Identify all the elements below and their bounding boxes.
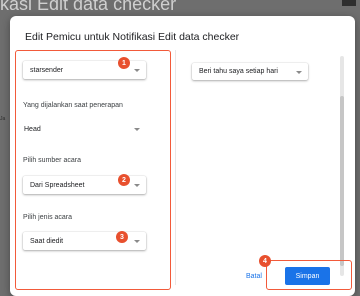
function-select-value: starsender (30, 66, 64, 74)
chevron-down-icon (296, 70, 302, 74)
failure-notification-select-value: Beri tahu saya setiap hari (199, 68, 278, 75)
step-badge-2: 2 (118, 174, 130, 186)
step-badge-1: 1 (118, 57, 130, 69)
chevron-down-icon (134, 184, 140, 187)
edit-trigger-dialog: Edit Pemicu untuk Notifikasi Edit data c… (10, 16, 355, 296)
column-divider (175, 50, 176, 285)
save-button[interactable]: Simpan (285, 267, 330, 285)
event-source-label: Pilih sumber acara (23, 157, 81, 164)
event-type-label: Pilih jenis acara (23, 214, 73, 221)
background-close-icon (342, 0, 356, 6)
background-title: kasi Edit data checker (0, 0, 177, 14)
background-side-text: Ja (0, 116, 6, 122)
chevron-down-icon (134, 128, 140, 131)
event-source-select-value: Dari Spreadsheet (30, 181, 85, 189)
deployment-select-value: Head (24, 125, 41, 133)
chevron-down-icon (134, 69, 140, 72)
event-type-select-value: Saat diedit (30, 237, 64, 245)
highlight-box-settings (15, 50, 171, 290)
step-badge-4: 4 (259, 255, 271, 267)
cancel-button[interactable]: Batal (246, 273, 262, 280)
deployment-label: Yang dijalankan saat penerapan (23, 102, 123, 109)
deployment-select[interactable]: Head (23, 120, 146, 138)
scrollbar[interactable] (340, 56, 344, 276)
failure-notification-select[interactable]: Beri tahu saya setiap hari (192, 63, 308, 80)
chevron-down-icon (134, 240, 140, 243)
dialog-title: Edit Pemicu untuk Notifikasi Edit data c… (25, 31, 240, 43)
scrollbar-thumb[interactable] (340, 96, 344, 266)
step-badge-3: 3 (116, 231, 128, 243)
